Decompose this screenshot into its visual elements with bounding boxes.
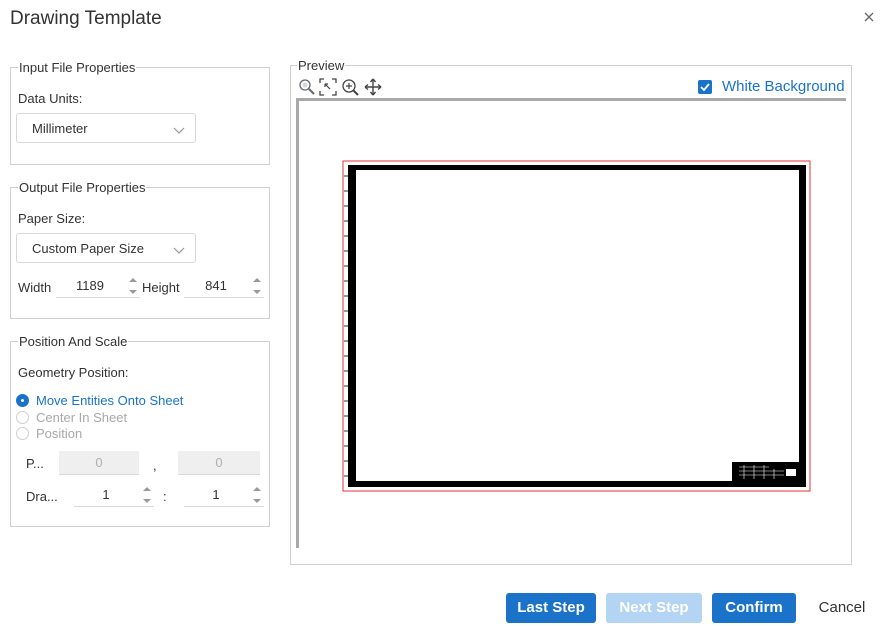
radio-dot	[16, 410, 29, 424]
confirm-button[interactable]: Confirm	[712, 593, 796, 623]
data-units-label: Data Units:	[18, 91, 83, 106]
next-step-button[interactable]: Next Step	[606, 593, 702, 623]
output-file-properties-legend: Output File Properties	[19, 180, 146, 195]
radio-position[interactable]: Position	[16, 425, 82, 441]
radio-label: Center In Sheet	[36, 409, 128, 425]
drawing-scale-label: Dra...	[26, 489, 58, 504]
dialog-title: Drawing Template	[10, 8, 162, 29]
width-input[interactable]: 1189	[56, 274, 140, 298]
position-y-input: 0	[178, 451, 260, 475]
radio-center-in-sheet[interactable]: Center In Sheet	[16, 409, 127, 425]
radio-dot	[16, 426, 29, 440]
white-background-label[interactable]: White Background	[722, 78, 845, 95]
cancel-button[interactable]: Cancel	[812, 593, 872, 623]
preview-legend: Preview	[297, 58, 346, 73]
position-label: P...	[26, 456, 44, 471]
spinner-icon[interactable]	[252, 484, 262, 506]
height-label: Height	[142, 280, 180, 295]
paper-size-label: Paper Size:	[18, 211, 86, 226]
radio-dot	[16, 393, 29, 407]
chevron-down-icon	[173, 123, 185, 138]
white-background-checkbox[interactable]	[698, 80, 712, 94]
radio-label: Move Entities Onto Sheet	[36, 392, 184, 408]
drawing-scale-a-input[interactable]: 1	[74, 483, 154, 507]
data-units-select[interactable]: Millimeter	[16, 113, 196, 143]
data-units-value: Millimeter	[32, 121, 88, 136]
zoom-extents-icon[interactable]	[319, 78, 337, 96]
drawing-scale-separator: :	[163, 489, 167, 504]
chevron-down-icon	[173, 243, 185, 258]
input-file-properties-legend: Input File Properties	[19, 60, 136, 75]
close-icon[interactable]	[862, 10, 876, 24]
zoom-icon[interactable]	[298, 78, 316, 96]
height-input[interactable]: 841	[184, 274, 264, 298]
last-step-button[interactable]: Last Step	[506, 593, 596, 623]
spinner-icon[interactable]	[252, 275, 262, 297]
radio-move-entities[interactable]: Move Entities Onto Sheet	[16, 392, 183, 408]
radio-label: Position	[36, 425, 83, 441]
spinner-icon[interactable]	[128, 275, 138, 297]
geometry-position-label: Geometry Position:	[18, 365, 129, 380]
pan-icon[interactable]	[364, 78, 382, 96]
preview-canvas[interactable]	[296, 98, 846, 548]
drawing-scale-b-input[interactable]: 1	[184, 483, 264, 507]
position-x-value: 0	[95, 455, 103, 470]
zoom-window-icon[interactable]	[341, 78, 359, 96]
width-label: Width	[18, 280, 52, 295]
drawing-sheet	[342, 160, 811, 492]
paper-size-select[interactable]: Custom Paper Size	[16, 233, 196, 263]
position-separator: ,	[153, 458, 157, 473]
spinner-icon[interactable]	[142, 484, 152, 506]
position-y-value: 0	[215, 455, 223, 470]
paper-size-value: Custom Paper Size	[32, 241, 144, 256]
position-and-scale-legend: Position And Scale	[19, 334, 128, 349]
position-x-input: 0	[59, 451, 139, 475]
